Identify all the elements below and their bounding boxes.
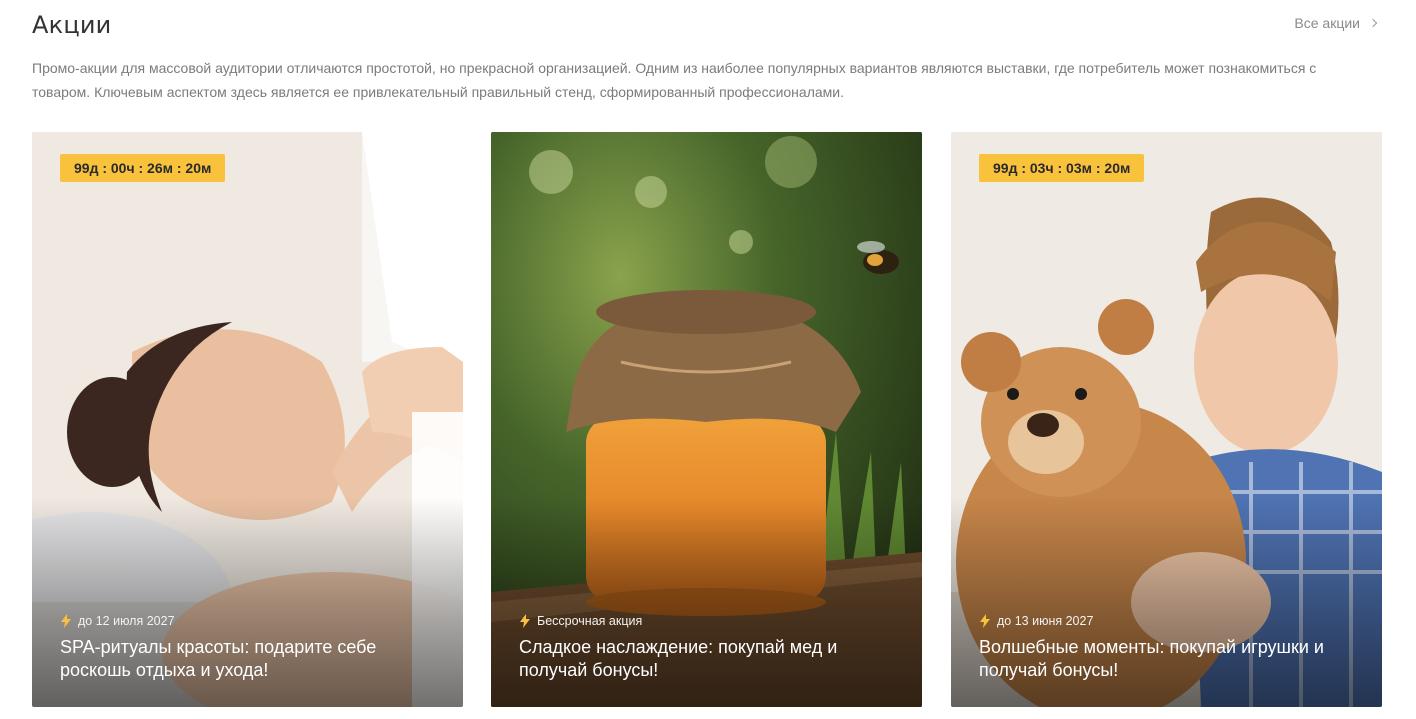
lightning-icon	[980, 614, 990, 628]
lightning-icon	[520, 614, 530, 628]
promotion-date: Бессрочная акция	[537, 614, 643, 628]
section-header: Акции Все акции	[32, 8, 1384, 42]
promotion-meta: до 13 июня 2027	[979, 614, 1093, 628]
promotion-date: до 12 июля 2027	[78, 614, 175, 628]
section-title: Акции	[32, 11, 112, 39]
promotion-title[interactable]: Волшебные моменты: покупай игрушки и пол…	[979, 636, 1359, 682]
promotion-card-honey[interactable]: Бессрочная акция Сладкое наслаждение: по…	[491, 132, 922, 707]
countdown-badge: 99д : 00ч : 26м : 20м	[60, 154, 226, 182]
promotion-date: до 13 июня 2027	[997, 614, 1094, 628]
promotion-title[interactable]: Сладкое наслаждение: покупай мед и получ…	[519, 636, 899, 682]
promotion-card-toys[interactable]: 99д : 03ч : 03м : 20м до 13 июня 2027 Во…	[951, 132, 1382, 707]
promotion-title[interactable]: SPA-ритуалы красоты: подарите себе роско…	[60, 636, 440, 682]
promotion-meta: до 12 июля 2027	[60, 614, 175, 628]
countdown-badge: 99д : 03ч : 03м : 20м	[979, 154, 1145, 182]
section-description: Промо-акции для массовой аудитории отлич…	[32, 60, 1317, 100]
lightning-icon	[61, 614, 71, 628]
promotion-meta: Бессрочная акция	[519, 614, 642, 628]
promotions-list: 99д : 00ч : 26м : 20м до 12 июля 2027 SP…	[32, 132, 1382, 707]
all-promotions-link[interactable]: Все акции	[1294, 15, 1378, 31]
chevron-right-icon	[1368, 18, 1378, 28]
all-promotions-label: Все акции	[1294, 15, 1360, 31]
promotion-card-spa[interactable]: 99д : 00ч : 26м : 20м до 12 июля 2027 SP…	[32, 132, 463, 707]
